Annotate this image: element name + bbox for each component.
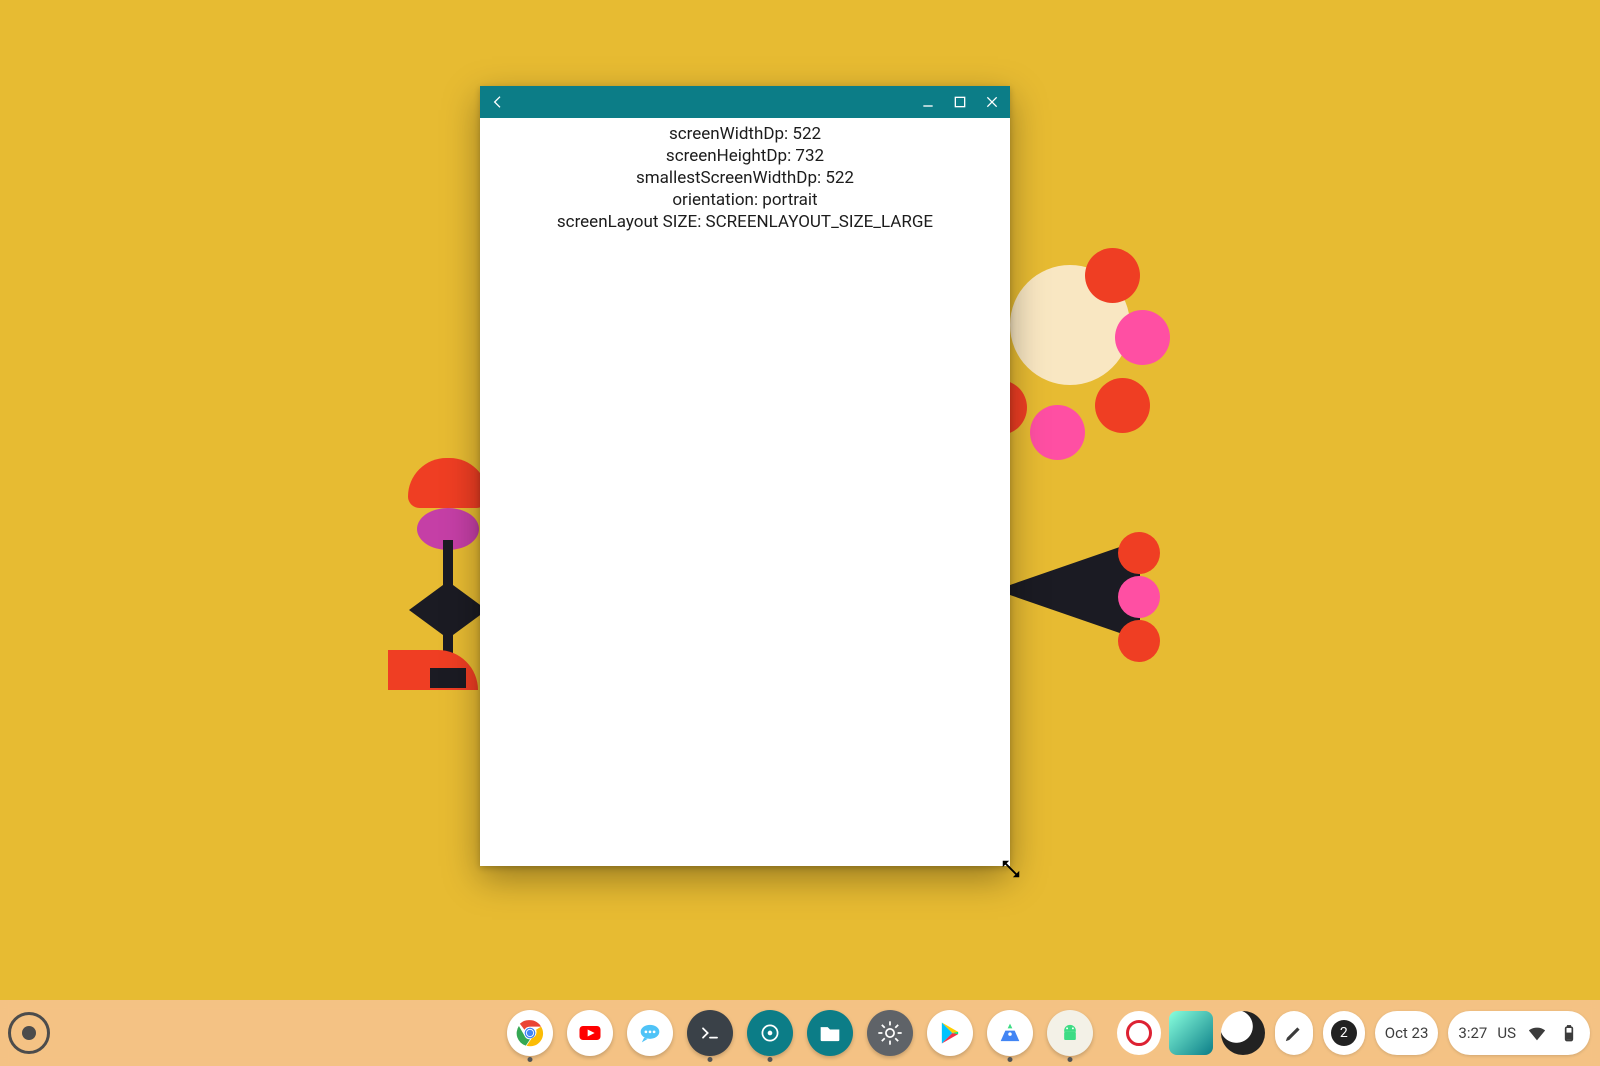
metric-screen-height-dp: screenHeightDp: 732 — [480, 146, 1010, 166]
android-app-window: screenWidthDp: 522 screenHeightDp: 732 s… — [480, 86, 1010, 866]
close-button[interactable] — [980, 90, 1004, 114]
keyboard-layout-label: US — [1497, 1024, 1516, 1042]
shelf-apps — [507, 1010, 1093, 1056]
running-window-thumbnail[interactable] — [1221, 1011, 1265, 1055]
time-label: 3:27 — [1458, 1024, 1487, 1042]
chrome-app-icon[interactable] — [507, 1010, 553, 1056]
calendar-tray[interactable]: Oct 23 — [1375, 1011, 1439, 1055]
window-content: screenWidthDp: 522 screenHeightDp: 732 s… — [480, 118, 1010, 866]
notification-count-badge: 2 — [1331, 1020, 1357, 1046]
minimize-button[interactable] — [916, 90, 940, 114]
chromeos-shelf: 2 Oct 23 3:27 US — [0, 1000, 1600, 1066]
metric-orientation: orientation: portrait — [480, 190, 1010, 210]
metric-smallest-screen-width-dp: smallestScreenWidthDp: 522 — [480, 168, 1010, 188]
pen-icon — [1283, 1022, 1305, 1044]
android-studio-app-icon[interactable] — [987, 1010, 1033, 1056]
date-label: Oct 23 — [1385, 1024, 1429, 1042]
launcher-button[interactable] — [8, 1012, 50, 1054]
running-window-thumbnail[interactable] — [1169, 1011, 1213, 1055]
running-apps-tray — [1117, 1011, 1265, 1055]
play-store-app-icon[interactable] — [927, 1010, 973, 1056]
shelf-status-area: 2 Oct 23 3:27 US — [1071, 1011, 1590, 1055]
battery-icon — [1558, 1022, 1580, 1044]
metric-screen-width-dp: screenWidthDp: 522 — [480, 124, 1010, 144]
teal-app-icon[interactable] — [747, 1010, 793, 1056]
stylus-tools-button[interactable] — [1275, 1011, 1313, 1055]
status-tray[interactable]: 3:27 US — [1448, 1011, 1590, 1055]
screen-record-icon[interactable] — [1117, 1011, 1161, 1055]
messages-app-icon[interactable] — [627, 1010, 673, 1056]
metric-screen-layout-size: screenLayout SIZE: SCREENLAYOUT_SIZE_LAR… — [480, 212, 1010, 232]
window-titlebar — [480, 86, 1010, 118]
android-app-icon[interactable] — [1047, 1010, 1093, 1056]
maximize-button[interactable] — [948, 90, 972, 114]
wifi-icon — [1526, 1022, 1548, 1044]
youtube-app-icon[interactable] — [567, 1010, 613, 1056]
back-button[interactable] — [486, 90, 510, 114]
resize-cursor-icon — [1000, 858, 1022, 880]
settings-app-icon[interactable] — [867, 1010, 913, 1056]
notifications-button[interactable]: 2 — [1323, 1011, 1365, 1055]
files-app-icon[interactable] — [807, 1010, 853, 1056]
terminal-app-icon[interactable] — [687, 1010, 733, 1056]
